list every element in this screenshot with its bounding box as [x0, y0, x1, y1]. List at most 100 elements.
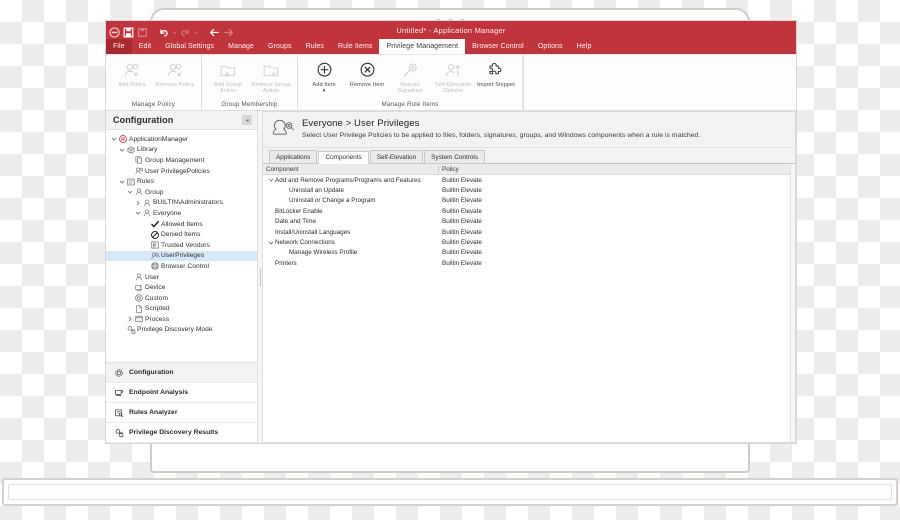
- tree-twisty-right-icon[interactable]: [134, 200, 142, 206]
- tree-node-label: UserPrivileges: [161, 252, 205, 260]
- table-row[interactable]: Manage Wireless Profile Builtin Elevate: [263, 248, 790, 258]
- app-menu-icon[interactable]: [109, 25, 120, 38]
- ribbon-button-rescan-signature[interactable]: Rescan Signature: [389, 58, 431, 95]
- tab-system-controls[interactable]: System Controls: [424, 150, 486, 163]
- tree-node[interactable]: Rules: [106, 176, 257, 187]
- row-policy: Builtin Elevate: [442, 249, 482, 257]
- ribbon-button-self-elevation-options[interactable]: Self-Elevation Options: [432, 58, 474, 95]
- redo-icon[interactable]: [180, 25, 191, 36]
- column-header-policy[interactable]: Policy: [438, 165, 790, 173]
- ribbon-button-remove-group-action[interactable]: Remove Group Action: [250, 58, 292, 95]
- ribbon-button-remove-item[interactable]: Remove Item: [346, 58, 388, 88]
- tree-node[interactable]: User PrivilegePolicies: [106, 166, 257, 177]
- tree-node[interactable]: Privilege Discovery Mode: [106, 325, 257, 336]
- remove-group-action-icon: [262, 60, 281, 80]
- ribbon-button-add-policy[interactable]: Add Policy: [111, 58, 153, 88]
- components-grid[interactable]: Component Policy Add and Remove Programs…: [263, 164, 795, 442]
- row-twisty-down-icon[interactable]: [266, 177, 275, 183]
- forward-arrow-icon[interactable]: [223, 25, 234, 36]
- menu-item-edit[interactable]: Edit: [132, 39, 158, 54]
- rescan-signature-icon: [401, 60, 420, 80]
- ribbon-button-import-snippet[interactable]: Import Snippet: [475, 58, 517, 88]
- tree-node[interactable]: Group Management: [106, 155, 257, 166]
- nav-item-endpoint-analysis[interactable]: Endpoint Analysis: [106, 383, 257, 403]
- chevron-left-icon[interactable]: ◂: [242, 115, 252, 125]
- tree-node[interactable]: BUILTIN\Administrators: [106, 198, 257, 209]
- nav-item-rules-analyzer[interactable]: Rules Analyzer: [106, 403, 257, 423]
- menu-item-global-settings[interactable]: Global Settings: [158, 39, 221, 54]
- undo-dropdown-icon[interactable]: [172, 25, 177, 36]
- tree-node-label: Group Management: [145, 156, 205, 164]
- tree-node[interactable]: Custom: [106, 293, 257, 304]
- tree-node[interactable]: Group: [106, 187, 257, 198]
- tree-node[interactable]: Denied Items: [106, 229, 257, 240]
- tree-node-label: Allowed Items: [161, 220, 203, 228]
- allowed-items-icon: [150, 219, 160, 229]
- menu-item-groups[interactable]: Groups: [261, 39, 299, 54]
- grid-scrollbar[interactable]: [790, 164, 795, 442]
- ribbon-group-manage-policy: Add Policy Remove Policy Manage Policy: [106, 54, 202, 110]
- tree-twisty-down-icon[interactable]: [134, 210, 142, 216]
- table-row[interactable]: Network Connections Builtin Elevate: [263, 237, 790, 247]
- tree-twisty-down-icon[interactable]: [126, 189, 134, 195]
- table-row[interactable]: Install/Uninstall Languages Builtin Eleva…: [263, 227, 790, 237]
- menu-bar: File Edit Global Settings Manage Groups Rules…: [106, 39, 796, 54]
- menu-item-manage[interactable]: Manage: [221, 39, 261, 54]
- tree-twisty-right-icon[interactable]: [126, 316, 134, 322]
- row-component: BitLocker Enable: [275, 207, 323, 215]
- menu-item-privilege-management[interactable]: Privilege Management: [379, 39, 466, 54]
- browser-control-icon: [150, 261, 160, 271]
- chevron-down-icon[interactable]: ▾: [323, 89, 326, 94]
- gear-icon: [114, 368, 124, 378]
- tree-node[interactable]: Trusted Vendors: [106, 240, 257, 251]
- row-policy: Builtin Elevate: [442, 259, 482, 267]
- tab-self-elevation[interactable]: Self-Elevation: [369, 150, 424, 163]
- tree-node[interactable]: Scripted: [106, 304, 257, 315]
- undo-icon[interactable]: [158, 25, 169, 36]
- table-row[interactable]: Printers Builtin Elevate: [263, 258, 790, 268]
- menu-item-help[interactable]: Help: [570, 39, 599, 54]
- row-twisty-down-icon[interactable]: [266, 240, 275, 246]
- tree-node[interactable]: Library: [106, 145, 257, 156]
- tree-node[interactable]: Allowed Items: [106, 219, 257, 230]
- table-row[interactable]: Uninstall an Update Builtin Elevate: [263, 185, 790, 195]
- ribbon-toolbar: Add Policy Remove Policy Manage Policy Add …: [106, 54, 796, 111]
- tree-node[interactable]: Process: [106, 314, 257, 325]
- tree-node[interactable]: Device: [106, 282, 257, 293]
- tree-node[interactable]: Browser Control: [106, 261, 257, 272]
- table-row[interactable]: BitLocker Enable Builtin Elevate: [263, 206, 790, 216]
- tree-twisty-down-icon[interactable]: [118, 179, 126, 185]
- menu-item-rule-items[interactable]: Rule Items: [331, 39, 379, 54]
- row-policy: Builtin Elevate: [442, 218, 482, 226]
- menu-item-options[interactable]: Options: [531, 39, 570, 54]
- ribbon-button-add-group-action[interactable]: Add Group Action: [207, 58, 249, 95]
- menu-item-file[interactable]: File: [106, 39, 132, 54]
- ribbon-button-add-item[interactable]: Add Item ▾: [303, 58, 345, 94]
- ribbon-button-remove-policy[interactable]: Remove Policy: [154, 58, 196, 88]
- tree-node[interactable]: User: [106, 272, 257, 283]
- configuration-tree-panel[interactable]: ApplicationManager Library Group Managemen…: [106, 129, 257, 363]
- menu-item-browser-control[interactable]: Browser Control: [465, 39, 531, 54]
- tab-applications[interactable]: Applications: [269, 150, 318, 163]
- back-arrow-icon[interactable]: [209, 25, 220, 36]
- save-as-icon[interactable]: [137, 25, 148, 37]
- nav-item-configuration[interactable]: Configuration: [106, 363, 257, 383]
- user-privileges-icon: [150, 251, 160, 261]
- nav-item-privilege-discovery-results[interactable]: Privilege Discovery Results: [106, 423, 257, 443]
- tree-node[interactable]: Everyone: [106, 208, 257, 219]
- table-row[interactable]: Date and Time Builtin Elevate: [263, 217, 790, 227]
- tree-twisty-down-icon[interactable]: [118, 147, 126, 153]
- tab-components[interactable]: Components: [318, 151, 369, 164]
- add-group-action-icon: [219, 60, 238, 80]
- save-icon[interactable]: [123, 25, 134, 37]
- redo-dropdown-icon[interactable]: [194, 25, 199, 36]
- grid-body: Add and Remove Programs/Programs and Fea…: [263, 175, 790, 269]
- ribbon-button-label: Remove Group Action: [251, 82, 291, 95]
- menu-item-rules[interactable]: Rules: [299, 39, 331, 54]
- table-row[interactable]: Uninstall or Change a Program Builtin Ele…: [263, 196, 790, 206]
- tree-node[interactable]: ApplicationManager: [106, 134, 257, 145]
- tree-twisty-down-icon[interactable]: [110, 136, 118, 142]
- tree-node-selected[interactable]: UserPrivileges: [106, 250, 257, 262]
- column-header-component[interactable]: Component: [263, 166, 438, 173]
- table-row[interactable]: Add and Remove Programs/Programs and Fea…: [263, 175, 790, 185]
